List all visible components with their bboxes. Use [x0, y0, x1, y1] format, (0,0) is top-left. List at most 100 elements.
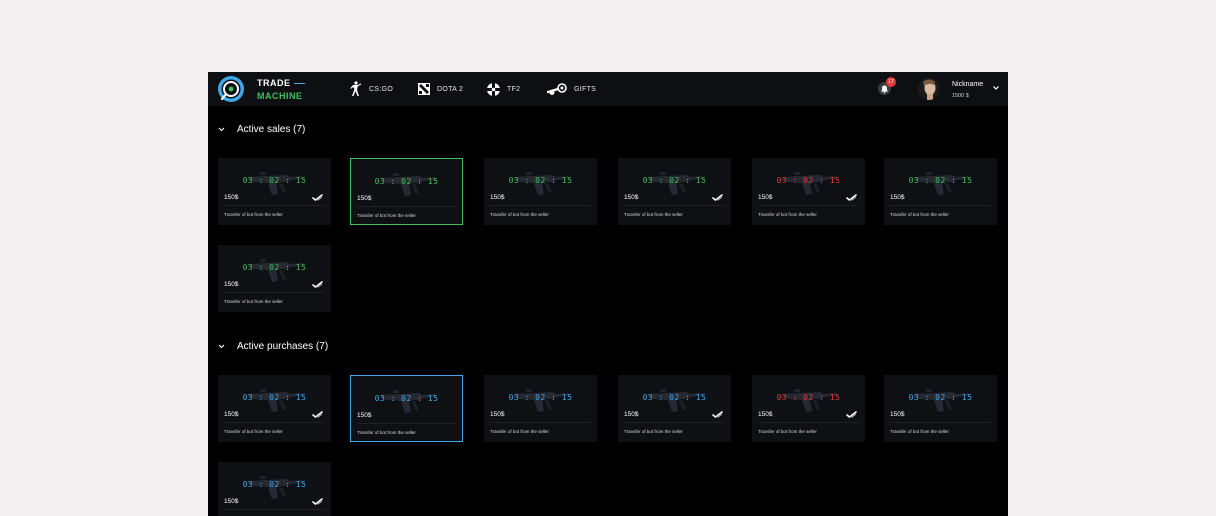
- avatar[interactable]: [918, 78, 940, 100]
- item-card[interactable]: 03 : 02 : 15 150$ Transfer of bot from the…: [218, 158, 331, 225]
- countdown-timer: 03 : 02 : 15: [642, 176, 707, 185]
- item-card[interactable]: 03 : 02 : 15 150$ Transfer of bot from the…: [484, 375, 597, 442]
- chevron-down-icon[interactable]: [218, 343, 225, 350]
- card-divider: [357, 206, 456, 207]
- notification-badge: 17: [886, 77, 896, 87]
- item-price: 150$: [224, 194, 239, 201]
- app-window: TRADE MACHINE CS:GO DOTA 2 TF2 GIFTS 17 …: [208, 72, 1008, 516]
- item-price: 150$: [490, 411, 505, 418]
- card-divider: [357, 423, 456, 424]
- item-price: 150$: [758, 411, 773, 418]
- card-divider: [758, 205, 859, 206]
- countdown-timer: 03 : 02 : 15: [508, 176, 573, 185]
- item-card[interactable]: 03 : 02 : 15 150$ Transfer of bot from the…: [752, 158, 865, 225]
- item-description: Transfer of bot from the seller: [890, 212, 949, 217]
- item-card[interactable]: 03 : 02 : 15 150$ Transfer of bot from the…: [618, 375, 731, 442]
- user-balance: 1500 $: [952, 93, 969, 99]
- nav-label: GIFTS: [574, 85, 597, 93]
- avatar-portrait-icon: [918, 78, 940, 100]
- nav-csgo[interactable]: CS:GO: [350, 72, 393, 106]
- item-card[interactable]: 03 : 02 : 15 150$ Transfer of bot from the…: [752, 375, 865, 442]
- nav-label: DOTA 2: [437, 85, 464, 93]
- countdown-timer: 03 : 02 : 15: [242, 480, 307, 489]
- item-card[interactable]: 03 : 02 : 15150$Transfer of bot from the…: [884, 375, 997, 442]
- dota-icon: [418, 83, 430, 95]
- section-title: Active sales (7): [237, 124, 306, 135]
- item-description: Transfer of bot from the seller: [224, 299, 283, 304]
- card-divider: [224, 292, 325, 293]
- user-nickname: Nickname: [952, 81, 984, 88]
- item-card[interactable]: 03 : 02 : 15150$Transfer of bot from the…: [218, 462, 331, 516]
- section-active-purchases[interactable]: Active purchases (7): [218, 341, 328, 352]
- countdown-timer: 03 : 02 : 15: [242, 393, 307, 402]
- countdown-timer: 03 : 02 : 15: [374, 394, 439, 403]
- item-description: Transfer of bot from the seller: [357, 430, 416, 435]
- trade-machine-logo-icon[interactable]: [217, 75, 245, 103]
- item-price: 150$: [224, 281, 239, 288]
- card-divider: [758, 422, 859, 423]
- countdown-timer: 03 : 02 : 15: [508, 393, 573, 402]
- chevron-down-icon[interactable]: [992, 84, 1000, 92]
- soldier-icon: [350, 81, 362, 96]
- item-description: Transfer of bot from the seller: [624, 429, 683, 434]
- item-description: Transfer of bot from the seller: [490, 212, 549, 217]
- nav-gifts[interactable]: GIFTS: [547, 72, 596, 106]
- countdown-timer: 03 : 02 : 15: [908, 176, 973, 185]
- card-divider: [224, 509, 325, 510]
- checkmark-icon: [312, 281, 323, 288]
- item-card[interactable]: 03 : 02 : 15150$Transfer of bot from the…: [484, 158, 597, 225]
- item-card[interactable]: 03 : 02 : 15 150$ Transfer of bot from the…: [884, 158, 997, 225]
- nav-dota2[interactable]: DOTA 2: [418, 72, 463, 106]
- item-description: Transfer of bot from the seller: [758, 212, 817, 217]
- card-divider: [224, 422, 325, 423]
- countdown-timer: 03 : 02 : 15: [242, 176, 307, 185]
- checkmark-icon: [312, 411, 323, 418]
- card-divider: [624, 422, 725, 423]
- checkmark-icon: [846, 194, 857, 201]
- item-card[interactable]: 03 : 02 : 15 150$ Transfer of bot from the…: [350, 375, 463, 442]
- item-price: 150$: [357, 195, 372, 202]
- chevron-down-icon[interactable]: [218, 126, 225, 133]
- countdown-timer: 03 : 02 : 15: [908, 393, 973, 402]
- brand-line-1: TRADE: [257, 78, 305, 88]
- countdown-timer: 03 : 02 : 15: [374, 177, 439, 186]
- nav-label: TF2: [507, 85, 521, 93]
- tf2-icon: [487, 82, 500, 96]
- checkmark-icon: [712, 194, 723, 201]
- checkmark-icon: [312, 194, 323, 201]
- countdown-timer: 03 : 02 : 15: [642, 393, 707, 402]
- nav-tf2[interactable]: TF2: [487, 72, 520, 106]
- item-card[interactable]: 03 : 02 : 15150$Transfer of bot from the…: [618, 158, 731, 225]
- item-description: Transfer of bot from the seller: [224, 429, 283, 434]
- item-card[interactable]: 03 : 02 : 15 150$ Transfer of bot from the…: [218, 245, 331, 312]
- item-price: 150$: [758, 194, 773, 201]
- section-title: Active purchases (7): [237, 341, 329, 352]
- item-price: 150$: [890, 194, 905, 201]
- countdown-timer: 03 : 02 : 15: [776, 176, 841, 185]
- section-active-sales[interactable]: Active sales (7): [218, 124, 305, 135]
- item-description: Transfer of bot from the seller: [890, 429, 949, 434]
- item-price: 150$: [224, 411, 239, 418]
- item-card[interactable]: 03 : 02 : 15 150$ Transfer of bot from the…: [218, 375, 331, 442]
- brand-line-2: MACHINE: [257, 91, 303, 101]
- card-divider: [890, 205, 991, 206]
- item-price: 150$: [224, 498, 239, 505]
- item-description: Transfer of bot from the seller: [224, 212, 283, 217]
- card-divider: [890, 422, 991, 423]
- steam-icon: [547, 82, 567, 95]
- item-price: 150$: [357, 412, 372, 419]
- card-divider: [224, 205, 325, 206]
- checkmark-icon: [846, 411, 857, 418]
- checkmark-icon: [712, 411, 723, 418]
- nav-label: CS:GO: [369, 85, 394, 93]
- countdown-timer: 03 : 02 : 15: [776, 393, 841, 402]
- item-card[interactable]: 03 : 02 : 15 150$ Transfer of bot from the…: [350, 158, 463, 225]
- item-description: Transfer of bot from the seller: [758, 429, 817, 434]
- card-divider: [490, 205, 591, 206]
- top-bar: TRADE MACHINE CS:GO DOTA 2 TF2 GIFTS 17 …: [208, 72, 1008, 106]
- countdown-timer: 03 : 02 : 15: [242, 263, 307, 272]
- item-price: 150$: [624, 411, 639, 418]
- item-description: Transfer of bot from the seller: [624, 212, 683, 217]
- item-description: Transfer of bot from the seller: [490, 429, 549, 434]
- item-description: Transfer of bot from the seller: [357, 213, 416, 218]
